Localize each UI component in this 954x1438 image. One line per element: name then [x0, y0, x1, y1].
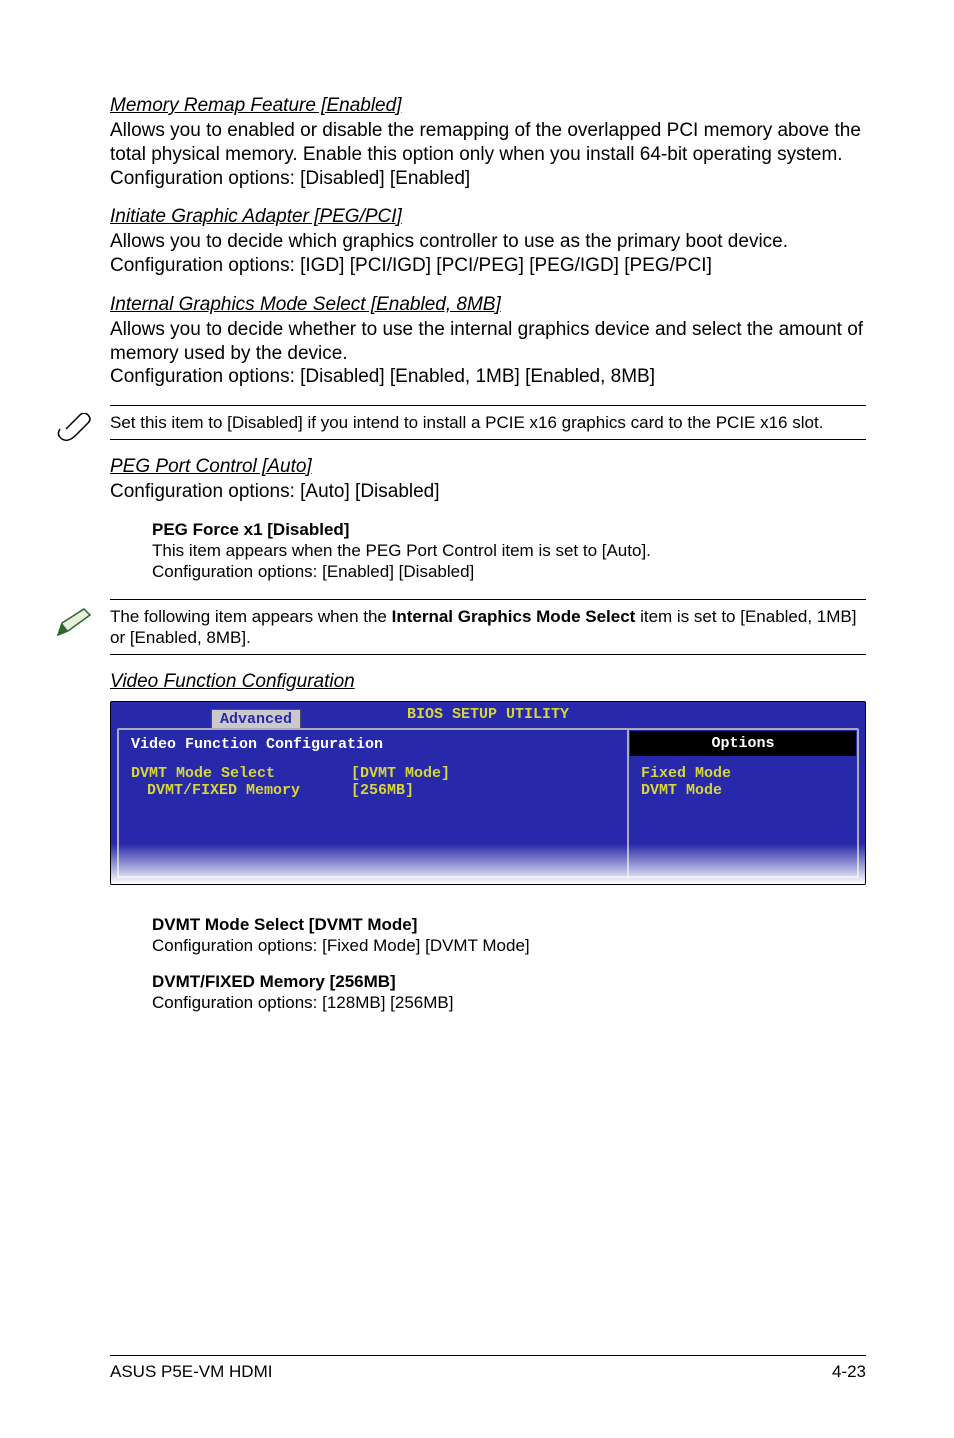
bios-option-fixed: Fixed Mode — [641, 765, 845, 782]
section-body-internal-graphics-2: Configuration options: [Disabled] [Enabl… — [110, 365, 866, 389]
bios-key-dvmt-mode: DVMT Mode Select — [131, 765, 351, 782]
section-title-initiate-graphic: Initiate Graphic Adapter [PEG/PCI] — [110, 206, 866, 228]
section-title-internal-graphics: Internal Graphics Mode Select [Enabled, … — [110, 294, 866, 316]
section-body-internal-graphics-1: Allows you to decide whether to use the … — [110, 318, 866, 366]
bios-row-dvmt-mode: DVMT Mode Select [DVMT Mode] — [131, 765, 615, 782]
note-rule-bottom — [110, 439, 866, 440]
sub-heading-dvmt-mode: DVMT Mode Select [DVMT Mode] — [152, 915, 866, 935]
footer-left: ASUS P5E-VM HDMI — [110, 1362, 272, 1382]
sub-text-dvmt-memory: Configuration options: [128MB] [256MB] — [152, 992, 866, 1013]
section-title-memory-remap: Memory Remap Feature [Enabled] — [110, 95, 866, 117]
bios-val-dvmt-memory: [256MB] — [351, 782, 414, 799]
section-title-video-func: Video Function Configuration — [110, 671, 866, 693]
note-text-igms-pre: The following item appears when the — [110, 607, 392, 626]
bios-val-dvmt-mode: [DVMT Mode] — [351, 765, 450, 782]
section-body-peg-port: Configuration options: [Auto] [Disabled] — [110, 480, 866, 504]
subsection-peg-force: PEG Force x1 [Disabled] This item appear… — [152, 520, 866, 583]
note-rule-top-2 — [110, 599, 866, 600]
bios-row-dvmt-memory: DVMT/FIXED Memory [256MB] — [131, 782, 615, 799]
bios-option-dvmt: DVMT Mode — [641, 782, 845, 799]
note-block-igms: The following item appears when the Inte… — [54, 599, 866, 656]
sub-text-peg-force-2: Configuration options: [Enabled] [Disabl… — [152, 561, 866, 582]
page-footer: ASUS P5E-VM HDMI 4-23 — [110, 1355, 866, 1382]
pencil-icon — [54, 607, 96, 639]
note-text-igms-bold: Internal Graphics Mode Select — [392, 607, 636, 626]
subsection-dvmt-memory: DVMT/FIXED Memory [256MB] Configuration … — [152, 972, 866, 1013]
bios-tab-advanced: Advanced — [211, 709, 301, 728]
sub-text-dvmt-mode: Configuration options: [Fixed Mode] [DVM… — [152, 935, 866, 956]
note-rule-top — [110, 405, 866, 406]
section-body-memory-remap: Allows you to enabled or disable the rem… — [110, 119, 866, 190]
sub-heading-peg-force: PEG Force x1 [Disabled] — [152, 520, 866, 540]
paperclip-icon — [54, 413, 96, 445]
footer-right: 4-23 — [832, 1362, 866, 1382]
section-body-initiate-graphic: Allows you to decide which graphics cont… — [110, 230, 866, 278]
bios-options-header: Options — [630, 731, 856, 756]
subsection-dvmt-mode: DVMT Mode Select [DVMT Mode] Configurati… — [152, 915, 866, 956]
section-title-peg-port: PEG Port Control [Auto] — [110, 456, 866, 478]
note-block-pcie: Set this item to [Disabled] if you inten… — [54, 405, 866, 440]
note-text-pcie: Set this item to [Disabled] if you inten… — [110, 412, 866, 433]
sub-heading-dvmt-memory: DVMT/FIXED Memory [256MB] — [152, 972, 866, 992]
note-text-igms: The following item appears when the Inte… — [110, 606, 866, 649]
bios-screenshot: BIOS SETUP UTILITY Advanced Video Functi… — [110, 701, 866, 885]
bios-config-title: Video Function Configuration — [131, 736, 615, 753]
bios-key-dvmt-memory: DVMT/FIXED Memory — [147, 782, 351, 799]
note-rule-bottom-2 — [110, 654, 866, 655]
sub-text-peg-force-1: This item appears when the PEG Port Cont… — [152, 540, 866, 561]
